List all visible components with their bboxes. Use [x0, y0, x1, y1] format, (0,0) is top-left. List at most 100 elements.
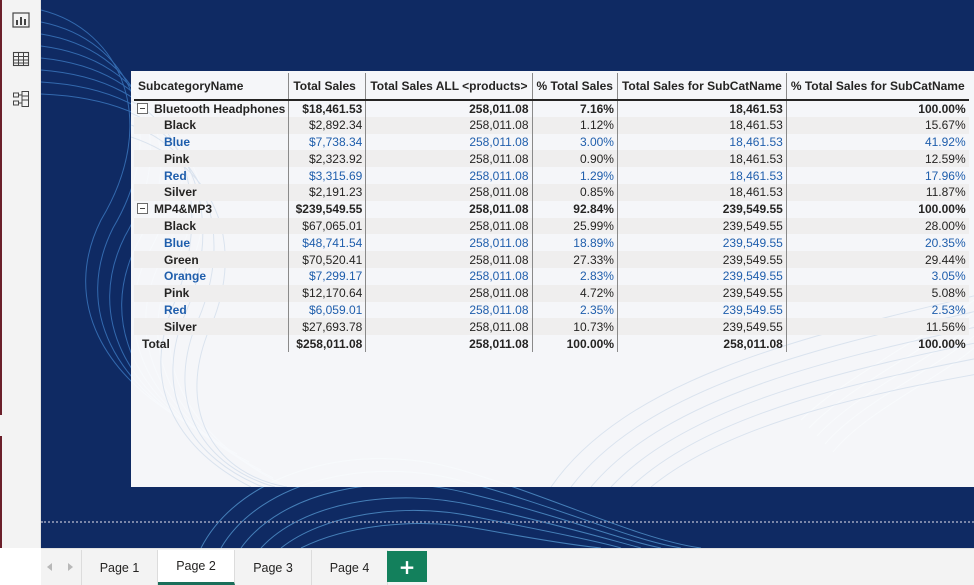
value-cell: 1.29% [532, 167, 618, 184]
column-header[interactable]: Total Sales ALL <products> [365, 73, 533, 101]
value-cell: 18.89% [532, 234, 618, 252]
value-cell: 20.35% [924, 235, 966, 250]
row-label: Orange [164, 269, 207, 284]
value-cell: $6,059.01 [288, 301, 367, 319]
column-header[interactable]: Total Sales [288, 73, 367, 101]
matrix-row[interactable]: Black $67,065.01 258,011.08 25.99% 239,549.5… [134, 217, 969, 235]
row-label: Blue [164, 134, 191, 149]
matrix-row[interactable]: Blue $7,738.34 258,011.08 3.00% 18,461.53 41.… [134, 133, 969, 151]
matrix-row[interactable]: Silver $27,693.78 258,011.08 10.73% 239,549.… [134, 318, 969, 336]
value-cell: 100.00% [918, 101, 966, 116]
value-cell: 4.72% [532, 284, 618, 302]
value-cell: 3.00% [532, 133, 618, 151]
value-cell: 100.00% [918, 336, 966, 351]
column-header[interactable]: % Total Sales for SubCatName [786, 73, 969, 101]
value-cell: 258,011.08 [365, 267, 533, 285]
value-cell: 258,011.08 [365, 251, 533, 268]
row-label-cell: Bluetooth Headphones [134, 100, 290, 117]
value-cell: 239,549.55 [617, 284, 787, 302]
value-cell: $27,693.78 [288, 318, 367, 336]
value-cell: $239,549.55 [288, 200, 367, 218]
rail-edge-marker [0, 436, 2, 548]
row-label-cell: Red [134, 167, 290, 184]
value-cell: 5.08% [786, 284, 969, 302]
value-cell: 0.90% [532, 150, 618, 168]
row-label: Pink [164, 286, 190, 301]
matrix-total-row[interactable]: Total $258,011.08 258,011.08 100.00% 258,011… [134, 335, 969, 352]
row-label: Red [164, 168, 187, 183]
matrix-row[interactable]: Silver $2,191.23 258,011.08 0.85% 18,461.53 1… [134, 183, 969, 201]
prev-page-arrow-icon[interactable] [47, 563, 52, 571]
row-label: Blue [164, 235, 191, 250]
page-tab-page-2[interactable]: Page 2 [158, 550, 235, 585]
row-label: Total [142, 336, 170, 351]
value-cell: 239,549.55 [617, 267, 787, 285]
value-cell: 18,461.53 [617, 183, 787, 201]
value-cell: 258,011.08 [365, 335, 533, 352]
row-label: Silver [164, 319, 197, 334]
value-cell: 18,461.53 [617, 133, 787, 151]
matrix-table: SubcategoryName Total Sales Total Sales … [134, 73, 969, 352]
matrix-group-row[interactable]: Bluetooth Headphones $18,461.53 258,011.08… [134, 100, 969, 117]
page-tab-page-3[interactable]: Page 3 [235, 550, 312, 585]
collapse-icon[interactable] [137, 203, 148, 215]
row-label: Red [164, 302, 187, 317]
value-cell: $48,741.54 [288, 234, 367, 252]
row-label-cell: Silver [134, 318, 290, 336]
rail-edge-marker [0, 0, 2, 415]
value-cell: 18,461.53 [617, 100, 787, 117]
value-cell: $2,323.92 [288, 150, 367, 168]
page-tab-bar: Page 1 Page 2 Page 3 Page 4 + [41, 548, 974, 585]
next-page-arrow-icon[interactable] [68, 563, 73, 571]
value-cell: 92.84% [532, 200, 618, 218]
matrix-row[interactable]: Orange $7,299.17 258,011.08 2.83% 239,549.55… [134, 267, 969, 285]
value-cell: 258,011.08 [365, 217, 533, 235]
column-header[interactable]: SubcategoryName [134, 73, 290, 101]
value-cell: 239,549.55 [617, 217, 787, 235]
value-cell: 18,461.53 [617, 167, 787, 184]
matrix-visual[interactable]: SubcategoryName Total Sales Total Sales … [131, 71, 974, 487]
value-cell: 18,461.53 [617, 150, 787, 168]
matrix-row[interactable]: Blue $48,741.54 258,011.08 18.89% 239,549.55… [134, 234, 969, 252]
value-cell: $67,065.01 [288, 217, 367, 235]
matrix-group-row[interactable]: MP4&MP3 $239,549.55 258,011.08 92.84% 239,54… [134, 200, 969, 218]
value-cell: $258,011.08 [288, 335, 367, 352]
value-cell: 258,011.08 [365, 133, 533, 151]
row-label: Black [164, 218, 197, 233]
add-page-button[interactable]: + [387, 551, 427, 582]
row-label-cell: Blue [134, 234, 290, 252]
row-label: Black [164, 118, 197, 133]
matrix-row[interactable]: Red $6,059.01 258,011.08 2.35% 239,549.55 2.5… [134, 301, 969, 319]
value-cell: 100.00% [918, 202, 966, 217]
value-cell: 258,011.08 [365, 318, 533, 336]
row-label-cell: Total [134, 335, 290, 352]
left-view-rail [0, 0, 41, 548]
model-view-icon[interactable] [8, 86, 34, 112]
matrix-row[interactable]: Black $2,892.34 258,011.08 1.12% 18,461.53 15… [134, 116, 969, 134]
column-header[interactable]: % Total Sales [532, 73, 618, 101]
value-cell: 258,011.08 [365, 234, 533, 252]
report-view-icon[interactable] [8, 7, 34, 33]
value-cell: 258,011.08 [365, 284, 533, 302]
value-cell: 2.53% [931, 302, 966, 317]
value-cell: $2,892.34 [288, 116, 367, 134]
row-label-cell: Black [134, 217, 290, 235]
page-tab-page-4[interactable]: Page 4 [312, 550, 388, 585]
value-cell: $18,461.53 [288, 100, 367, 117]
value-cell: 10.73% [532, 318, 618, 336]
matrix-row[interactable]: Pink $12,170.64 258,011.08 4.72% 239,549.55 5… [134, 284, 969, 302]
collapse-icon[interactable] [137, 102, 148, 114]
row-label-cell: Black [134, 116, 290, 134]
table-view-icon[interactable] [8, 46, 34, 72]
page-tab-page-1[interactable]: Page 1 [81, 550, 158, 585]
column-header[interactable]: Total Sales for SubCatName [617, 73, 787, 101]
matrix-row[interactable]: Red $3,315.69 258,011.08 1.29% 18,461.53 17.9… [134, 167, 969, 184]
value-cell: 239,549.55 [617, 234, 787, 252]
row-label-cell: Red [134, 301, 290, 319]
value-cell: 17.96% [924, 168, 966, 183]
value-cell: 258,011.08 [365, 167, 533, 184]
matrix-row[interactable]: Green $70,520.41 258,011.08 27.33% 239,549.5… [134, 251, 969, 268]
row-label: Green [164, 252, 199, 267]
row-label-cell: Orange [134, 267, 290, 285]
matrix-row[interactable]: Pink $2,323.92 258,011.08 0.90% 18,461.53 12.… [134, 150, 969, 168]
